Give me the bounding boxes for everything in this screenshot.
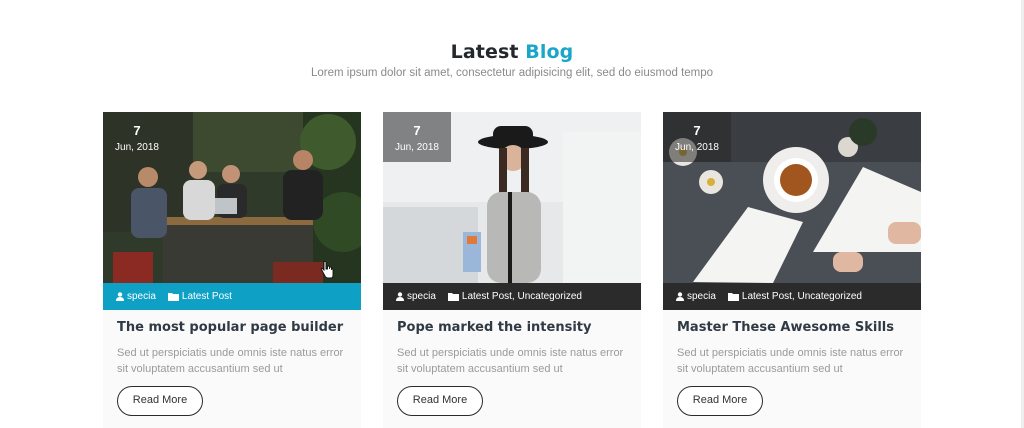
post-author[interactable]: specia: [396, 291, 436, 302]
post-date: 7 Jun, 2018: [663, 112, 731, 162]
post-meta-bar: specia Latest Post, Uncategorized: [383, 283, 641, 310]
post-date-month: Jun, 2018: [115, 142, 159, 153]
section-subtitle: Lorem ipsum dolor sit amet, consectetur …: [310, 67, 714, 79]
post-categories[interactable]: Latest Post, Uncategorized: [727, 291, 862, 302]
post-title[interactable]: Master These Awesome Skills: [677, 320, 894, 335]
user-icon: [676, 292, 684, 301]
post-date: 7 Jun, 2018: [103, 112, 171, 162]
section-title-accent: Blog: [525, 41, 574, 63]
post-image-tea-and-book[interactable]: 7 Jun, 2018: [663, 112, 921, 283]
post-date-day: 7: [413, 123, 421, 138]
post-author[interactable]: specia: [116, 291, 156, 302]
post-date-day: 7: [133, 123, 141, 138]
folder-icon: [167, 293, 179, 301]
blog-card: 7 Jun, 2018 specia Latest Post, Uncatego…: [383, 112, 641, 428]
hand-cursor-icon: [320, 261, 334, 279]
post-title[interactable]: The most popular page builder: [117, 320, 343, 335]
post-image-woman-in-hat[interactable]: 7 Jun, 2018: [383, 112, 641, 283]
section-title-main: Latest: [450, 41, 519, 63]
post-author-name: specia: [407, 291, 436, 302]
folder-icon: [447, 293, 459, 301]
post-excerpt: Sed ut perspiciatis unde omnis iste natu…: [397, 347, 624, 375]
post-title[interactable]: Pope marked the intensity: [397, 320, 591, 335]
post-excerpt: Sed ut perspiciatis unde omnis iste natu…: [677, 347, 904, 375]
section-title: Latest Blog: [0, 41, 1024, 63]
post-categories[interactable]: Latest Post: [167, 291, 232, 302]
post-categories-text: Latest Post: [181, 291, 232, 302]
post-image-cafe-meeting[interactable]: 7 Jun, 2018: [103, 112, 361, 283]
read-more-button[interactable]: Read More: [397, 386, 483, 416]
post-meta-bar: specia Latest Post: [103, 283, 361, 310]
post-excerpt: Sed ut perspiciatis unde omnis iste natu…: [117, 347, 344, 375]
post-date: 7 Jun, 2018: [383, 112, 451, 162]
user-icon: [396, 292, 404, 301]
post-date-day: 7: [693, 123, 701, 138]
read-more-button[interactable]: Read More: [117, 386, 203, 416]
post-date-month: Jun, 2018: [675, 142, 719, 153]
blog-card: 7 Jun, 2018 specia Latest Post, Uncatego…: [663, 112, 921, 428]
post-categories-text: Latest Post, Uncategorized: [741, 291, 862, 302]
post-author-name: specia: [687, 291, 716, 302]
post-author-name: specia: [127, 291, 156, 302]
post-meta-bar: specia Latest Post, Uncategorized: [663, 283, 921, 310]
folder-icon: [727, 293, 739, 301]
post-categories[interactable]: Latest Post, Uncategorized: [447, 291, 582, 302]
post-date-month: Jun, 2018: [395, 142, 439, 153]
read-more-button[interactable]: Read More: [677, 386, 763, 416]
post-author[interactable]: specia: [676, 291, 716, 302]
post-categories-text: Latest Post, Uncategorized: [461, 291, 582, 302]
user-icon: [116, 292, 124, 301]
